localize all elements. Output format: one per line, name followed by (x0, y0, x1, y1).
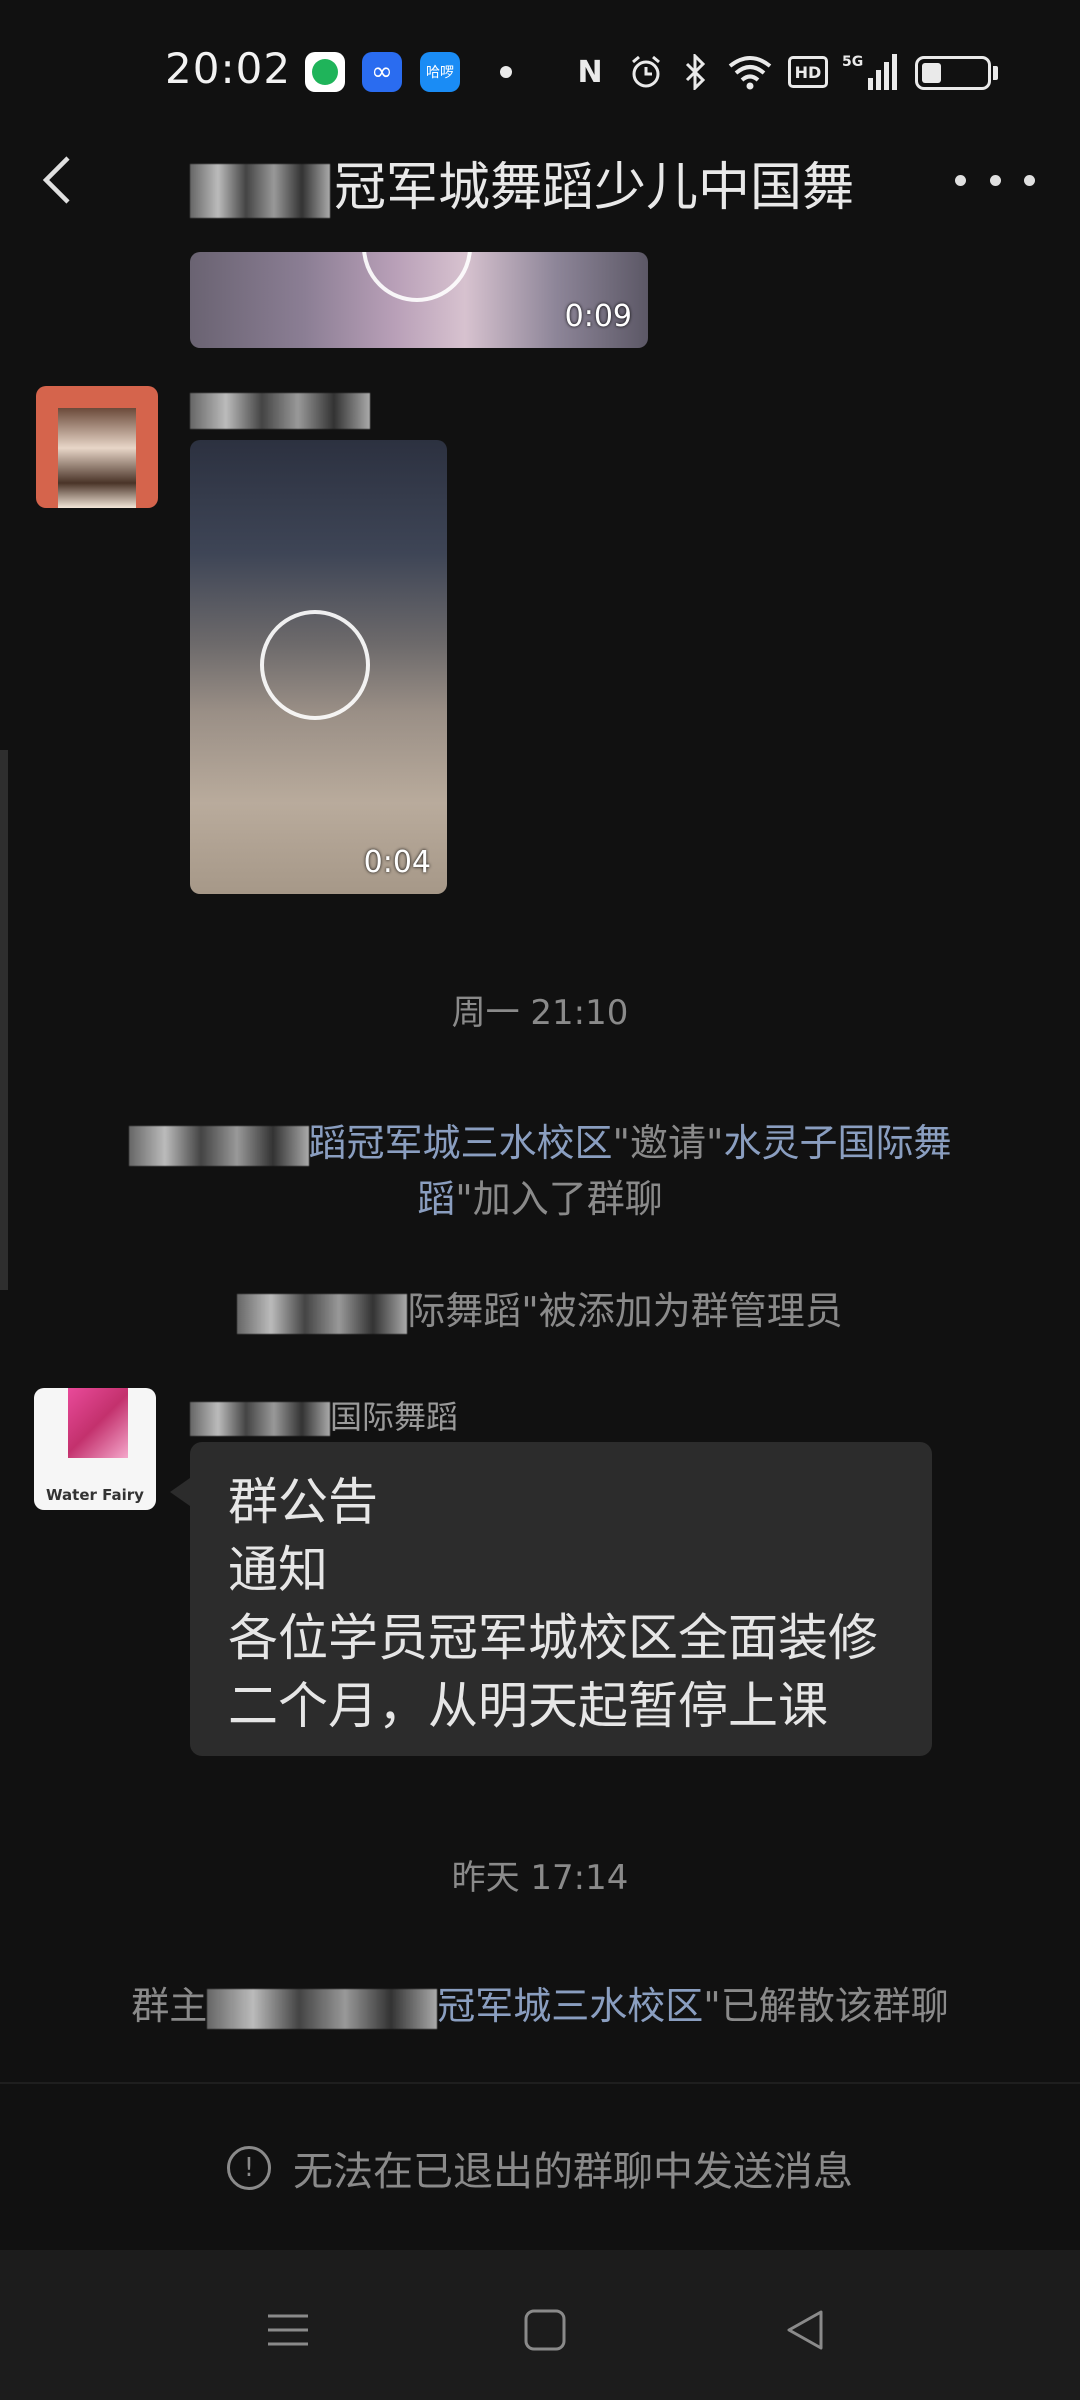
exit-notice: ! 无法在已退出的群聊中发送消息 (0, 2128, 1080, 2208)
inviter-name[interactable]: 蹈冠军城三水校区 (309, 1121, 613, 1165)
system-message-dissolve: 群主 冠军城三水校区"已解散该群聊 (100, 1978, 980, 2034)
more-dots-icon (955, 174, 966, 186)
system-back-button[interactable] (770, 2300, 840, 2360)
recent-apps-button[interactable] (253, 2300, 323, 2360)
sender-name-suffix: 国际舞蹈 (330, 1398, 459, 1436)
status-clock: 20:02 (165, 44, 292, 93)
play-icon (260, 610, 370, 720)
dissolve-prefix: 群主 (131, 1984, 208, 2028)
system-message-invite: 蹈冠军城三水校区"邀请"水灵子国际舞蹈"加入了群聊 (100, 1115, 980, 1227)
battery-icon (915, 56, 991, 90)
invite-suffix: "加入了群聊 (455, 1177, 663, 1221)
chat-title-text: 冠军城舞蹈少儿中国舞 (334, 158, 855, 218)
infinity-app-icon: ∞ (362, 52, 402, 92)
announcement-line: 各位学员冠军城校区全面装修 (228, 1609, 878, 1667)
alarm-icon (624, 52, 668, 92)
play-icon (362, 252, 472, 302)
exit-notice-text: 无法在已退出的群聊中发送消息 (293, 2149, 853, 2195)
announcement-line: 二个月，从明天起暂停上课 (228, 1677, 828, 1735)
notification-dot-icon (500, 66, 512, 78)
battery-cap (993, 66, 998, 80)
bluetooth-icon (678, 52, 712, 92)
redacted-name (237, 1293, 408, 1334)
status-bar: 20:02 ∞ 哈啰 N HD 5G (0, 0, 1080, 140)
signal-strength-icon: 5G (842, 52, 898, 92)
message-app-icon (305, 52, 345, 92)
redacted-name (190, 1402, 330, 1436)
admin-text: "被添加为群管理员 (521, 1289, 843, 1333)
video-duration: 0:04 (363, 845, 431, 880)
halo-app-icon: 哈啰 (420, 52, 460, 92)
announcement-text: 群公告 通知 各位学员冠军城校区全面装修 二个月，从明天起暂停上课 (228, 1468, 908, 1740)
video-message[interactable]: 0:09 (190, 252, 648, 348)
announcement-line: 群公告 (228, 1473, 378, 1531)
dissolve-suffix: "已解散该群聊 (703, 1984, 949, 2028)
redacted-name (128, 1125, 309, 1166)
battery-level-fill (922, 63, 941, 83)
video-message[interactable]: 0:04 (190, 440, 447, 894)
triangle-back-icon (787, 2310, 823, 2350)
system-message-admin: 际舞蹈"被添加为群管理员 (100, 1283, 980, 1339)
avatar-caption: Water Fairy (46, 1486, 144, 1504)
more-options-button[interactable] (955, 150, 1035, 210)
info-icon: ! (227, 2146, 271, 2190)
home-button[interactable] (510, 2300, 580, 2360)
avatar[interactable] (36, 386, 158, 508)
network-type-label: 5G (842, 54, 863, 70)
video-duration: 0:09 (564, 299, 632, 334)
sender-name: 国际舞蹈 (190, 1392, 458, 1438)
nfc-icon: N (577, 54, 603, 90)
announcement-bubble[interactable]: 群公告 通知 各位学员冠军城校区全面装修 二个月，从明天起暂停上课 (170, 1442, 932, 1756)
square-home-icon (524, 2309, 566, 2351)
avatar[interactable]: Water Fairy (34, 1388, 156, 1510)
menu-icon (268, 2314, 308, 2346)
scroll-indicator[interactable] (0, 750, 8, 1290)
announcement-line: 通知 (228, 1541, 328, 1599)
redacted-name (190, 393, 370, 429)
redacted-name (207, 1988, 438, 2029)
wifi-icon (724, 52, 776, 92)
invite-verb: "邀请" (612, 1121, 724, 1165)
chevron-left-icon (42, 156, 70, 204)
redacted-name (190, 164, 330, 218)
timestamp: 周一 21:10 (451, 993, 629, 1033)
timestamp: 昨天 17:14 (451, 1858, 629, 1898)
admin-name-suffix: 际舞蹈 (407, 1289, 522, 1333)
divider (0, 2082, 1080, 2084)
chat-title[interactable]: 冠军城舞蹈少儿中国舞 (190, 145, 920, 220)
sender-name (190, 390, 370, 429)
hd-voice-badge: HD (788, 56, 828, 88)
halo-app-label: 哈啰 (426, 65, 454, 81)
back-button[interactable] (30, 150, 90, 210)
owner-name[interactable]: 冠军城三水校区 (437, 1984, 703, 2028)
